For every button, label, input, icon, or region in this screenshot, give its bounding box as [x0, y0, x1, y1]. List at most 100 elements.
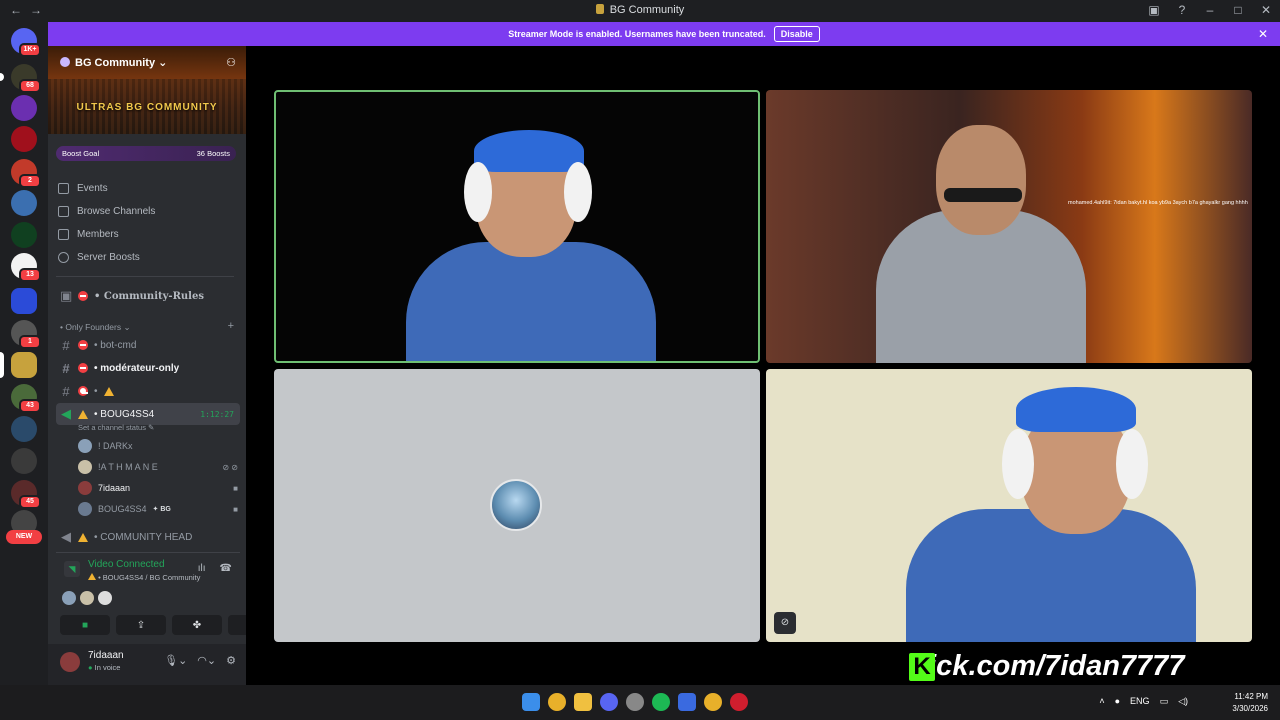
window-title-text: BG Community — [609, 4, 685, 16]
menu-browse-channels[interactable]: Browse Channels — [58, 206, 155, 217]
boost-goal-label: Boost Goal — [62, 149, 100, 158]
set-channel-status[interactable]: Set a channel status ✎ — [78, 423, 154, 432]
voice-user[interactable]: !A T H M A N E ⊘ ⊘ — [78, 458, 238, 476]
voice-channel-boug4ss4[interactable]: ◀ • BOUG4SS4 1:12:27 — [56, 403, 240, 425]
server-icon-12[interactable]: 45 — [11, 480, 41, 509]
headphones — [1002, 429, 1034, 499]
channel-moderateur-only[interactable]: # • modérateur-only — [56, 358, 240, 378]
activities-button[interactable]: ✤ — [172, 615, 222, 635]
person-head — [936, 125, 1026, 235]
folder-icon[interactable] — [11, 288, 37, 314]
rtc-status[interactable]: Video Connected — [88, 559, 165, 570]
video-tile-speaking[interactable] — [274, 90, 760, 363]
signal-icon[interactable]: ◥ — [64, 561, 80, 577]
server-icon-4[interactable]: 2 — [11, 159, 41, 188]
video-tile-avatar[interactable] — [274, 369, 760, 642]
server-icon — [595, 4, 604, 14]
server-icon-11[interactable] — [11, 448, 37, 474]
user-name[interactable]: 7idaaan — [88, 650, 124, 661]
camera-button[interactable]: ■ — [60, 615, 110, 635]
network-icon[interactable]: ▭ — [1160, 696, 1169, 707]
server-tag: ✦ BG — [152, 506, 171, 513]
server-name[interactable]: BG Community ⌄ — [60, 56, 167, 69]
voice-user[interactable]: ! DARKx — [78, 437, 238, 455]
maximize-button[interactable]: □ — [1232, 3, 1244, 17]
video-off-icon[interactable]: ⊘ — [774, 612, 796, 634]
server-header[interactable]: BG Community ⌄ ⚇ ULTRAS BG COMMUNITY — [48, 46, 246, 134]
avatar — [78, 460, 92, 474]
server-icon-bg-community[interactable] — [0, 352, 37, 378]
no-entry-icon — [78, 340, 88, 350]
server-icon-7[interactable]: 13 — [11, 253, 41, 282]
server-icon-2[interactable] — [11, 95, 37, 121]
invite-icon[interactable]: ⚇ — [226, 56, 236, 69]
help-icon[interactable]: ? — [1176, 3, 1188, 17]
voice-channel-community-head[interactable]: ◀ • COMMUNITY HEAD — [56, 527, 240, 547]
server-badge: 13 — [19, 268, 41, 282]
channel-bot-cmd[interactable]: # • bot-cmd — [56, 335, 240, 355]
server-icon-9[interactable]: 43 — [11, 384, 41, 413]
video-tile-4[interactable]: ⊘ — [766, 369, 1252, 642]
microphone-icon[interactable]: 🎙⌄ — [164, 654, 187, 667]
channel-community-rules[interactable]: ▣ • Community-Rules — [56, 286, 240, 306]
rtc-location[interactable]: • BOUG4SS4 / BG Community — [88, 573, 200, 582]
language-indicator[interactable]: ENG — [1130, 696, 1150, 707]
channel-warning[interactable]: # • — [56, 381, 240, 401]
clock[interactable]: 11:42 PM 3/30/2026 — [1232, 691, 1268, 715]
clock-date: 3/30/2026 — [1232, 704, 1268, 713]
chrome-icon[interactable] — [548, 693, 566, 711]
discord-icon[interactable] — [600, 693, 618, 711]
menu-server-boosts[interactable]: Server Boosts — [58, 252, 140, 263]
disable-button[interactable]: Disable — [773, 26, 820, 42]
windows-start-icon[interactable] — [522, 693, 540, 711]
cap — [1016, 387, 1136, 432]
boost-goal[interactable]: Boost Goal 36 Boosts — [56, 146, 236, 161]
minimize-button[interactable]: – — [1204, 3, 1216, 17]
voice-user-name: !A T H M A N E — [98, 462, 158, 472]
file-explorer-icon[interactable] — [574, 693, 592, 711]
server-icon-10[interactable] — [11, 416, 37, 442]
menu-events[interactable]: Events — [58, 183, 108, 194]
user-controls: 🎙⌄ ◠⌄ ⚙ — [164, 654, 236, 667]
warning-icon — [88, 573, 96, 580]
app-icon[interactable] — [678, 693, 696, 711]
soundboard-button[interactable]: ♪ — [228, 615, 246, 635]
server-boost-icon — [60, 57, 70, 67]
server-list: 1K+ 68 2 13 1 43 45 NEW — [0, 22, 48, 685]
kick-logo: K — [909, 653, 935, 681]
new-pill[interactable]: NEW — [6, 530, 42, 544]
user-avatar[interactable] — [60, 652, 80, 672]
server-icon-6[interactable] — [11, 222, 37, 248]
server-icon-8[interactable]: 1 — [11, 320, 41, 349]
server-icon-3[interactable] — [11, 126, 37, 152]
menu-label: Browse Channels — [77, 206, 156, 217]
headphones-icon[interactable]: ◠⌄ — [197, 654, 216, 667]
chrome-icon[interactable] — [704, 693, 722, 711]
disconnect-icon[interactable]: ☎ — [220, 563, 232, 574]
server-icon-5[interactable] — [11, 190, 37, 216]
noise-suppression-icon[interactable]: ılı — [198, 563, 206, 574]
youtube-icon[interactable] — [730, 693, 748, 711]
chevron-up-icon[interactable]: ˄ — [1099, 696, 1104, 707]
status-hint-text: Set a channel status — [78, 423, 146, 432]
spotify-icon[interactable] — [652, 693, 670, 711]
category-only-founders[interactable]: • Only Founders ⌄ — [60, 322, 131, 333]
server-icon-1[interactable]: 68 — [0, 64, 41, 93]
microphone-icon[interactable]: ● — [1115, 696, 1120, 707]
voice-user[interactable]: BOUG4SS4 ✦ BG ■ — [78, 500, 238, 518]
inbox-icon[interactable]: ▣ — [1148, 3, 1160, 17]
screen-share-button[interactable]: ⇪ — [116, 615, 166, 635]
settings-gear-icon[interactable]: ⚙ — [226, 654, 236, 667]
create-channel-icon[interactable]: + — [228, 320, 234, 332]
avatar — [78, 481, 92, 495]
volume-icon[interactable]: ◁) — [1178, 696, 1188, 707]
app-icon[interactable] — [626, 693, 644, 711]
video-tile-2[interactable]: mohamed.4ahl9it: 7idan bakyt.hl koa yb9a… — [766, 90, 1252, 363]
voice-user-name: ! DARKx — [98, 441, 133, 451]
close-window-button[interactable]: ✕ — [1260, 3, 1272, 17]
banner-close-icon[interactable]: ✕ — [1258, 27, 1268, 41]
menu-members[interactable]: Members — [58, 229, 119, 240]
home-button[interactable]: 1K+ — [11, 28, 41, 57]
rtc-action-buttons: ■ ⇪ ✤ ♪ — [60, 615, 246, 635]
voice-user[interactable]: 7idaaan ■ — [78, 479, 238, 497]
